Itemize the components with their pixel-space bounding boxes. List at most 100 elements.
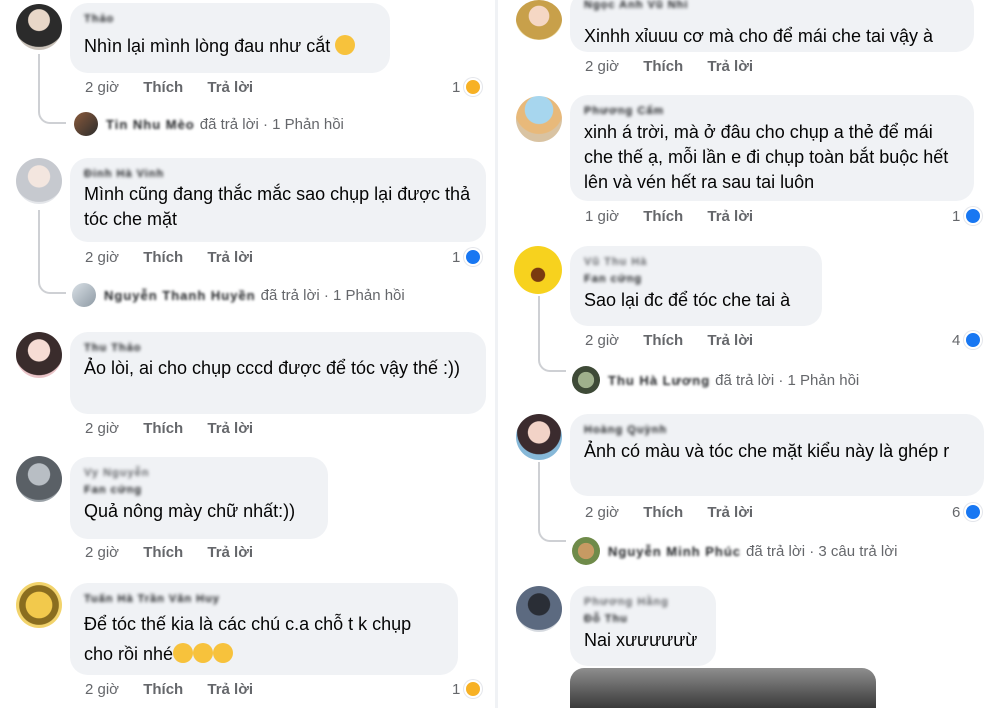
reply-button[interactable]: Trả lời <box>207 420 253 437</box>
replied-label: đã trả lời <box>715 371 775 389</box>
comment-time[interactable]: 2 giờ <box>85 681 119 698</box>
reply-button[interactable]: Trả lời <box>707 504 753 521</box>
comment-bubble: Vũ Thu Hà Fan cứng Sao lại đc để tóc che… <box>570 246 822 326</box>
avatar[interactable] <box>16 582 62 628</box>
reply-button[interactable]: Trả lời <box>707 332 753 349</box>
reply-avatar <box>72 283 96 307</box>
reply-connector <box>38 210 66 294</box>
reply-summary[interactable]: Tin Nhu Mèo đã trả lời · 1 Phản hồi <box>74 112 344 136</box>
comment-time[interactable]: 2 giờ <box>85 544 119 561</box>
reply-button[interactable]: Trả lời <box>207 681 253 698</box>
like-button[interactable]: Thích <box>643 332 683 349</box>
avatar[interactable] <box>516 414 562 460</box>
comment-bubble: Vy Nguyễn Fan cứng Quả nông mày chữ nhất… <box>70 457 328 539</box>
commenter-badge: Fan cứng <box>584 273 643 285</box>
avatar[interactable] <box>16 4 62 50</box>
reply-button[interactable]: Trả lời <box>707 208 753 225</box>
like-button[interactable]: Thích <box>143 79 183 96</box>
avatar[interactable] <box>516 586 562 632</box>
reply-avatar <box>572 537 600 565</box>
comment-time[interactable]: 2 giờ <box>585 58 619 75</box>
commenter-name[interactable]: Vy Nguyễn <box>84 466 314 480</box>
reply-connector <box>38 54 66 124</box>
separator: · <box>262 115 268 133</box>
avatar[interactable] <box>16 158 62 204</box>
commenter-name[interactable]: Phương Hằng <box>584 595 702 609</box>
like-icon <box>964 207 983 225</box>
comment-time[interactable]: 2 giờ <box>585 332 619 349</box>
commenter-name[interactable]: Vũ Thu Hà <box>584 255 808 269</box>
avatar[interactable] <box>16 456 62 502</box>
like-button[interactable]: Thích <box>143 249 183 266</box>
reply-button[interactable]: Trả lời <box>207 79 253 96</box>
comment-bubble: Hoàng Quỳnh Ảnh có màu và tóc che mặt ki… <box>570 414 984 496</box>
reply-avatar <box>74 112 98 136</box>
comment-bubble: Thảo Nhìn lại mình lòng đau như cắt <box>70 3 390 73</box>
reply-summary[interactable]: Thu Hà Lương đã trả lời · 1 Phản hồi <box>572 366 859 394</box>
like-button[interactable]: Thích <box>143 544 183 561</box>
replier-name[interactable]: Nguyễn Minh Phúc <box>608 544 741 559</box>
reply-button[interactable]: Trả lời <box>707 58 753 75</box>
reaction-count[interactable]: 6 <box>952 503 983 521</box>
reaction-count[interactable]: 1 <box>452 78 483 96</box>
reaction-count[interactable]: 1 <box>452 680 483 698</box>
comment-time[interactable]: 2 giờ <box>585 504 619 521</box>
laughing-emoji-avatar[interactable] <box>514 246 562 294</box>
reply-count: 1 Phản hồi <box>787 371 860 389</box>
commenter-name[interactable]: Hoàng Quỳnh <box>584 423 970 437</box>
like-icon <box>964 331 983 349</box>
avatar[interactable] <box>516 96 562 142</box>
reply-summary[interactable]: Nguyễn Minh Phúc đã trả lời · 3 câu trả … <box>572 537 897 565</box>
reaction-count[interactable]: 1 <box>952 207 983 225</box>
reply-count: 1 Phản hồi <box>272 115 344 133</box>
comment-actions: 1 giờ Thích Trả lời <box>585 208 773 225</box>
replier-name[interactable]: Thu Hà Lương <box>608 373 710 388</box>
reaction-number: 1 <box>952 207 961 225</box>
commenter-name[interactable]: Phương Cẩm <box>584 104 960 118</box>
comment-time[interactable]: 1 giờ <box>585 208 619 225</box>
reply-connector <box>538 462 566 542</box>
like-button[interactable]: Thích <box>643 504 683 521</box>
reply-button[interactable]: Trả lời <box>207 544 253 561</box>
commenter-name[interactable]: Tuấn Hà Trần Văn Huy <box>84 592 444 606</box>
reaction-count[interactable]: 1 <box>452 248 483 266</box>
replier-name[interactable]: Tin Nhu Mèo <box>106 117 195 132</box>
replied-label: đã trả lời <box>260 286 320 304</box>
replied-label: đã trả lời <box>746 542 806 560</box>
comment-actions: 2 giờ Thích Trả lời <box>85 79 273 96</box>
haha-icon <box>464 680 483 698</box>
haha-icon <box>464 78 483 96</box>
reply-connector <box>538 296 566 372</box>
crying-laughing-face-icon <box>213 643 234 663</box>
commenter-name[interactable]: Đinh Hà Vinh <box>84 167 472 181</box>
like-button[interactable]: Thích <box>143 420 183 437</box>
reaction-count[interactable]: 4 <box>952 331 983 349</box>
like-button[interactable]: Thích <box>143 681 183 698</box>
reply-avatar <box>572 366 600 394</box>
replier-name[interactable]: Nguyễn Thanh Huyền <box>104 288 256 303</box>
comment-actions: 2 giờ Thích Trả lời <box>585 332 773 349</box>
avatar[interactable] <box>16 332 62 378</box>
like-button[interactable]: Thích <box>643 58 683 75</box>
comment-time[interactable]: 2 giờ <box>85 79 119 96</box>
like-icon <box>964 503 983 521</box>
comment-time[interactable]: 2 giờ <box>85 420 119 437</box>
comment-text: Để tóc thế kia là các chú c.a chỗ t k ch… <box>84 614 412 664</box>
reaction-number: 6 <box>952 503 961 521</box>
like-button[interactable]: Thích <box>643 208 683 225</box>
comment-text: Mình cũng đang thắc mắc sao chụp lại đượ… <box>84 184 471 229</box>
comment-bubble: Thu Thảo Ảo lòi, ai cho chụp cccd được đ… <box>70 332 486 414</box>
reply-button[interactable]: Trả lời <box>207 249 253 266</box>
commenter-name[interactable]: Thảo <box>84 12 376 26</box>
column-divider <box>495 0 498 708</box>
attached-photo[interactable] <box>570 668 876 708</box>
comment-actions: 2 giờ Thích Trả lời <box>585 504 773 521</box>
comment-text: Quả nông mày chữ nhất:)) <box>84 501 296 521</box>
crying-laughing-face-icon <box>173 643 194 663</box>
avatar[interactable] <box>516 0 562 40</box>
comment-time[interactable]: 2 giờ <box>85 249 119 266</box>
commenter-name[interactable]: Ngọc Anh Vũ Nhi <box>584 0 960 12</box>
commenter-name[interactable]: Thu Thảo <box>84 341 472 355</box>
reply-summary[interactable]: Nguyễn Thanh Huyền đã trả lời · 1 Phản h… <box>72 283 405 307</box>
comment-bubble: Tuấn Hà Trần Văn Huy Để tóc thế kia là c… <box>70 583 458 675</box>
